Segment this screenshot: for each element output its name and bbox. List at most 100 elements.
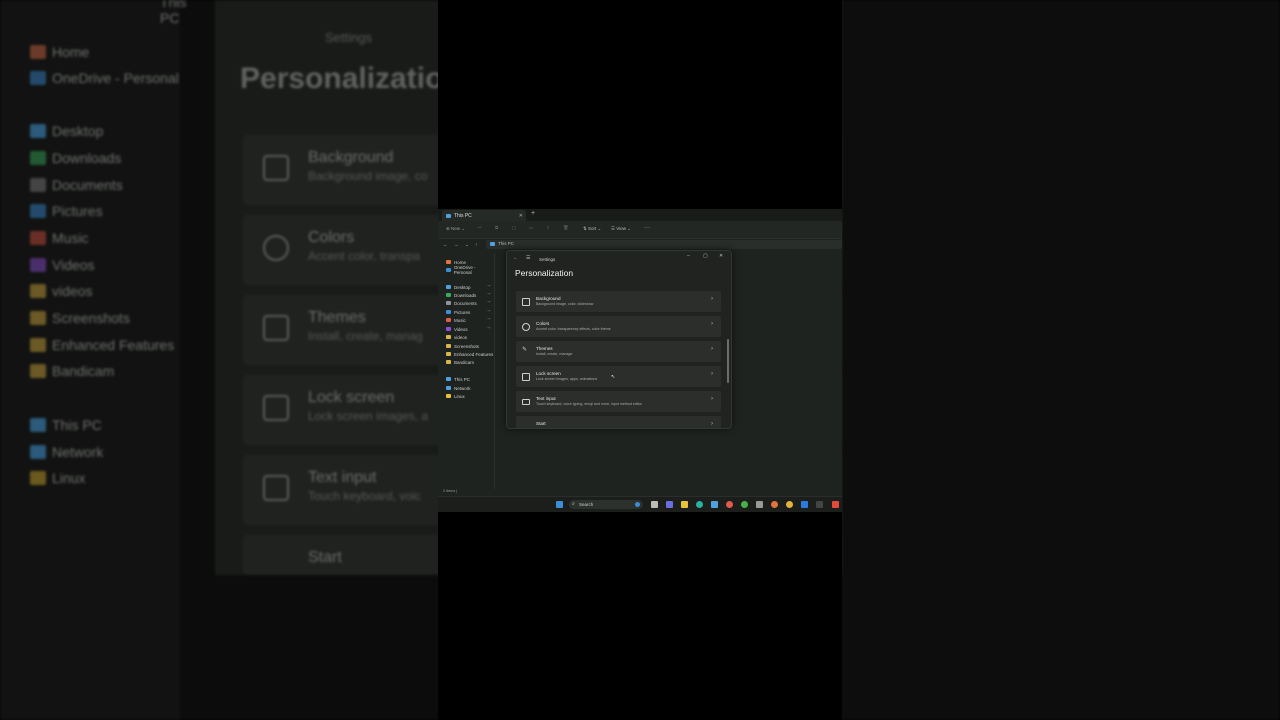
backdrop-nav-videos: Videos bbox=[30, 255, 95, 275]
nav-item-videos-folder[interactable]: videos bbox=[446, 333, 467, 341]
backdrop-settings-title: Personalization bbox=[240, 62, 462, 95]
nav-item-desktop[interactable]: Desktop bbox=[446, 283, 471, 291]
edge-icon[interactable] bbox=[696, 501, 703, 508]
chrome-canary-icon[interactable] bbox=[786, 501, 793, 508]
menu-icon[interactable]: ☰ bbox=[526, 255, 530, 261]
nav-item-enhanced-features[interactable]: Enhanced Features bbox=[446, 350, 493, 358]
music-icon bbox=[446, 318, 451, 322]
chat-icon[interactable] bbox=[666, 501, 673, 508]
close-button[interactable]: ✕ bbox=[719, 253, 723, 259]
maximize-button[interactable]: ▢ bbox=[703, 253, 708, 259]
card-lock-screen[interactable]: Lock screen Lock screen images, apps, an… bbox=[516, 366, 721, 387]
pin-icon: ⊸ bbox=[487, 299, 491, 304]
firefox-icon[interactable] bbox=[771, 501, 778, 508]
computer-icon bbox=[446, 377, 451, 381]
cut-icon[interactable]: ✂ bbox=[478, 225, 482, 231]
terminal-icon[interactable] bbox=[756, 501, 763, 508]
card-title: Start bbox=[536, 421, 546, 426]
minimize-button[interactable]: – bbox=[687, 253, 690, 259]
pin-icon: ⊸ bbox=[487, 283, 491, 288]
nav-item-this-pc[interactable]: This PC bbox=[446, 375, 470, 383]
tab-this-pc[interactable]: This PC ✕ bbox=[442, 210, 526, 221]
backdrop-nav-enhanced: Enhanced Features bbox=[30, 335, 174, 355]
backdrop-nav-linux: Linux bbox=[30, 468, 85, 488]
copy-icon[interactable]: ⧉ bbox=[495, 225, 498, 230]
tab-label: This PC bbox=[454, 212, 472, 219]
nav-item-screenshots[interactable]: Screenshots bbox=[446, 342, 479, 350]
card-title: Lock screen bbox=[536, 371, 561, 376]
card-text-input[interactable]: Text input Touch keyboard, voice typing,… bbox=[516, 391, 721, 412]
nav-item-music[interactable]: Music bbox=[446, 316, 466, 324]
sort-button[interactable]: ⇅ Sort ⌄ bbox=[583, 226, 601, 232]
keyboard-icon bbox=[522, 399, 530, 405]
nav-item-onedrive[interactable]: OneDrive - Personal bbox=[446, 265, 494, 275]
vscode-icon[interactable] bbox=[801, 501, 808, 508]
breadcrumb[interactable]: This PC bbox=[498, 241, 514, 246]
scrollbar[interactable] bbox=[727, 339, 729, 383]
card-themes[interactable]: ✎ Themes Install, create, manage › bbox=[516, 341, 721, 362]
nav-item-network[interactable]: Network bbox=[446, 384, 471, 392]
nav-item-documents[interactable]: Documents bbox=[446, 299, 477, 307]
backdrop-nav-downloads: Downloads bbox=[30, 148, 121, 168]
delete-icon[interactable]: 🗑 bbox=[563, 225, 569, 231]
card-subtitle: Lock screen images, apps, animations bbox=[536, 377, 598, 381]
card-subtitle: Accent color, transparency effects, colo… bbox=[536, 327, 611, 331]
task-view-icon[interactable] bbox=[651, 501, 658, 508]
backdrop-nav-home: Home bbox=[30, 42, 89, 62]
nav-item-downloads[interactable]: Downloads bbox=[446, 291, 476, 299]
chevron-down-icon[interactable]: ⌄ bbox=[465, 242, 469, 248]
home-icon bbox=[446, 260, 451, 264]
picture-icon bbox=[446, 310, 451, 314]
folder-icon bbox=[446, 360, 451, 364]
share-icon[interactable]: ⇪ bbox=[546, 225, 550, 231]
chevron-right-icon: › bbox=[711, 346, 713, 352]
status-bar: 2 items | bbox=[438, 489, 842, 496]
brush-icon: ✎ bbox=[522, 347, 528, 353]
backdrop-nav-documents: Documents bbox=[30, 175, 123, 195]
card-subtitle: Background image, color, slideshow bbox=[536, 302, 594, 306]
card-subtitle: Touch keyboard, voice typing, emoji and … bbox=[536, 402, 642, 406]
chrome-dev-icon[interactable] bbox=[741, 501, 748, 508]
card-colors[interactable]: Colors Accent color, transparency effect… bbox=[516, 316, 721, 337]
nav-item-linux[interactable]: Linux bbox=[446, 392, 465, 400]
chevron-right-icon: › bbox=[711, 321, 713, 327]
nav-item-videos[interactable]: Videos bbox=[446, 325, 468, 333]
pin-icon: ⊸ bbox=[487, 291, 491, 296]
rename-icon[interactable]: ▭ bbox=[529, 225, 533, 231]
up-arrow-icon[interactable]: ↑ bbox=[475, 242, 477, 247]
taskbar-search[interactable]: ⌕ Search bbox=[569, 500, 643, 509]
start-icon[interactable] bbox=[556, 501, 563, 508]
app-window-icon[interactable] bbox=[816, 501, 823, 508]
file-explorer-icon[interactable] bbox=[681, 501, 688, 508]
card-start[interactable]: Start › bbox=[516, 416, 721, 428]
paste-icon[interactable]: ▢ bbox=[512, 225, 516, 231]
chrome-icon[interactable] bbox=[726, 501, 733, 508]
bandicam-icon[interactable] bbox=[832, 501, 839, 508]
pin-icon: ⊸ bbox=[487, 325, 491, 330]
page-title: Personalization bbox=[515, 268, 574, 278]
desktop-screen: This PC ✕ + ⊕ New ⌄ ✂ ⧉ ▢ ▭ ⇪ 🗑 ⇅ Sort ⌄… bbox=[438, 209, 842, 512]
more-button[interactable]: ··· bbox=[644, 225, 650, 231]
new-tab-button[interactable]: + bbox=[531, 210, 535, 217]
cloud-icon bbox=[446, 268, 451, 272]
card-title: Background bbox=[536, 296, 561, 301]
nav-item-pictures[interactable]: Pictures bbox=[446, 308, 470, 316]
back-arrow-icon[interactable]: ← bbox=[513, 255, 518, 261]
forward-arrow-icon[interactable]: → bbox=[454, 242, 459, 247]
backdrop-explorer-title: This PC bbox=[160, 0, 187, 26]
pin-icon: ⊸ bbox=[487, 316, 491, 321]
mail-icon[interactable] bbox=[711, 501, 718, 508]
backdrop-nav-onedrive: OneDrive - Personal bbox=[30, 68, 179, 88]
new-button[interactable]: ⊕ New ⌄ bbox=[446, 226, 465, 232]
mouse-cursor-icon: ↖ bbox=[611, 374, 616, 380]
address-field[interactable]: This PC bbox=[486, 240, 842, 249]
backdrop-nav-bandicam: Bandicam bbox=[30, 361, 114, 381]
card-background[interactable]: Background Background image, color, slid… bbox=[516, 291, 721, 312]
taskbar: ⌕ Search bbox=[438, 496, 842, 512]
view-button[interactable]: ☰ View ⌄ bbox=[611, 226, 631, 232]
copilot-icon bbox=[635, 502, 640, 507]
backdrop-explorer-sidebar: This PC Home OneDrive - Personal Desktop… bbox=[0, 0, 186, 720]
close-icon[interactable]: ✕ bbox=[519, 213, 523, 219]
nav-item-bandicam[interactable]: Bandicam bbox=[446, 358, 474, 366]
back-arrow-icon[interactable]: ← bbox=[443, 242, 448, 247]
